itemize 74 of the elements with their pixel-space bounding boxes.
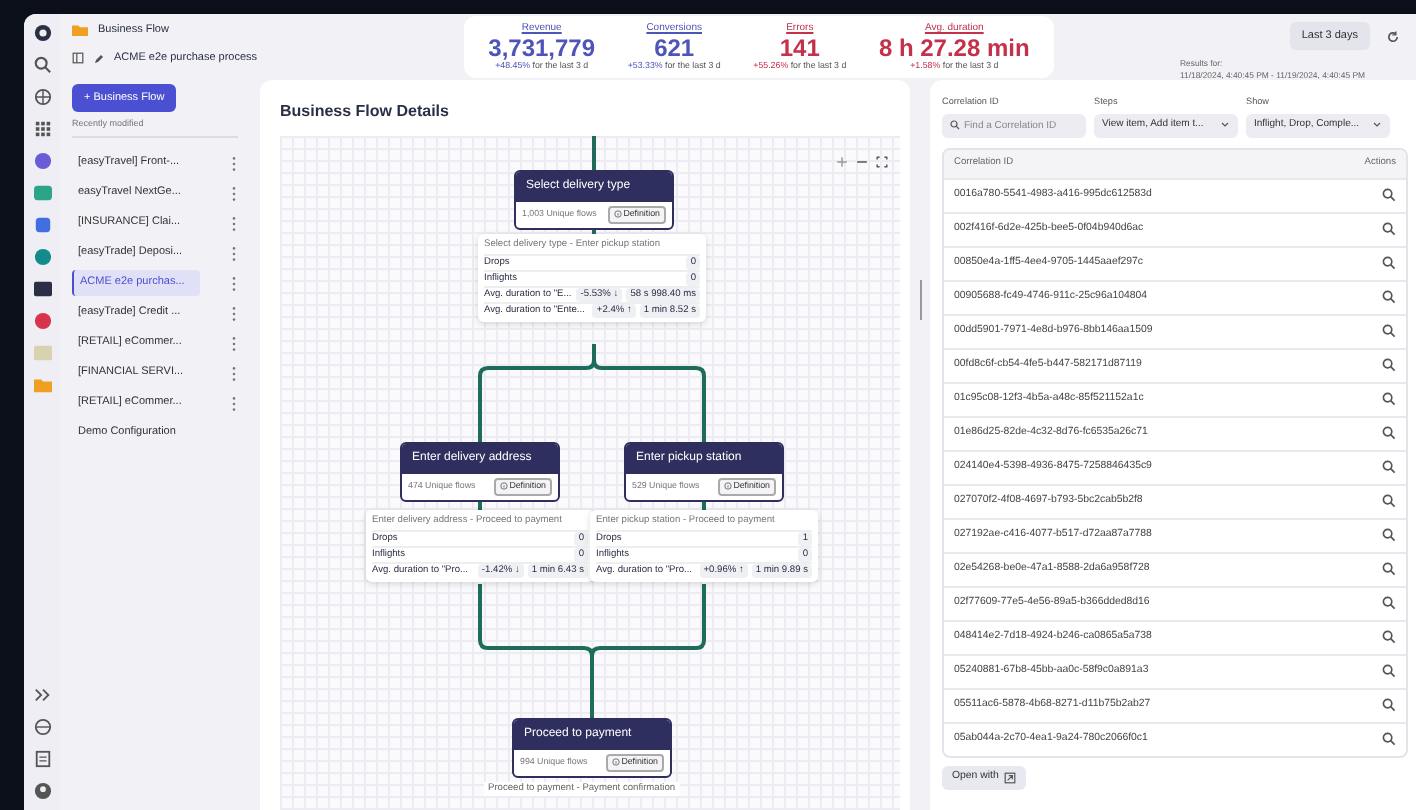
kebab-menu-icon[interactable] bbox=[230, 245, 238, 261]
kebab-menu-icon[interactable] bbox=[230, 305, 238, 321]
refresh-icon[interactable] bbox=[1386, 29, 1400, 44]
panel-icon[interactable] bbox=[72, 52, 84, 65]
globe-icon[interactable] bbox=[33, 88, 51, 106]
kpi-value: 141 bbox=[779, 35, 820, 60]
search-icon bbox=[1382, 630, 1396, 645]
fullscreen-icon[interactable] bbox=[876, 156, 888, 168]
search-button[interactable] bbox=[1382, 460, 1396, 475]
info-icon bbox=[723, 482, 732, 491]
info-icon bbox=[613, 210, 622, 219]
kebab-menu-icon[interactable] bbox=[230, 365, 238, 381]
search-button[interactable] bbox=[1382, 528, 1396, 543]
kebab-menu-icon[interactable] bbox=[230, 395, 238, 411]
search-button[interactable] bbox=[1382, 324, 1396, 339]
kpi-value: 8 h 27.28 min bbox=[878, 35, 1030, 60]
resize-handle[interactable] bbox=[919, 280, 921, 320]
search-icon bbox=[1382, 698, 1396, 713]
search-icon bbox=[1382, 494, 1396, 509]
search-button[interactable] bbox=[1382, 732, 1396, 747]
search-icon bbox=[1382, 596, 1396, 611]
search-icon bbox=[1382, 528, 1396, 543]
kebab-menu-icon[interactable] bbox=[230, 185, 238, 201]
kebab-menu-icon[interactable] bbox=[230, 335, 238, 351]
info-icon bbox=[611, 758, 620, 767]
search-icon bbox=[1382, 426, 1396, 441]
folder-icon bbox=[72, 23, 88, 37]
search-icon bbox=[1382, 188, 1396, 203]
kebab-menu-icon[interactable] bbox=[230, 155, 238, 171]
search-button[interactable] bbox=[1382, 494, 1396, 509]
search-icon bbox=[1382, 460, 1396, 475]
search-icon bbox=[1382, 358, 1396, 373]
pencil-icon[interactable] bbox=[94, 53, 104, 64]
connector-line bbox=[478, 344, 596, 442]
info-icon bbox=[499, 482, 508, 491]
panel-title: Business Flow Details bbox=[280, 100, 451, 124]
search-icon[interactable] bbox=[33, 56, 51, 74]
search-icon bbox=[950, 120, 960, 131]
caret-icon bbox=[1372, 120, 1382, 131]
search-icon bbox=[1382, 256, 1396, 271]
search-button[interactable] bbox=[1382, 698, 1396, 713]
search-button[interactable] bbox=[1382, 188, 1396, 203]
search-icon bbox=[1382, 290, 1396, 305]
zoom-out-icon[interactable] bbox=[856, 156, 868, 168]
caret-icon bbox=[1220, 120, 1230, 131]
search-button[interactable] bbox=[1382, 392, 1396, 407]
search-button[interactable] bbox=[1382, 222, 1396, 237]
logo-icon[interactable] bbox=[33, 24, 51, 42]
open-icon bbox=[1004, 771, 1017, 784]
search-icon bbox=[1382, 222, 1396, 237]
grid-icon[interactable] bbox=[33, 120, 51, 138]
kebab-menu-icon[interactable] bbox=[230, 215, 238, 231]
expand-icon[interactable] bbox=[33, 686, 51, 704]
user-icon[interactable] bbox=[33, 782, 51, 800]
globe-icon[interactable] bbox=[33, 718, 51, 736]
search-icon bbox=[1382, 732, 1396, 747]
kpi-value: 3,731,779 bbox=[488, 35, 596, 60]
search-button[interactable] bbox=[1382, 562, 1396, 577]
connector-line bbox=[592, 359, 706, 442]
search-button[interactable] bbox=[1382, 664, 1396, 679]
search-button[interactable] bbox=[1382, 426, 1396, 441]
search-icon bbox=[1382, 664, 1396, 679]
connector-line bbox=[592, 136, 596, 170]
search-icon bbox=[1382, 392, 1396, 407]
kpi-value: 621 bbox=[654, 35, 695, 60]
search-icon bbox=[1382, 324, 1396, 339]
document-icon[interactable] bbox=[33, 750, 51, 768]
search-button[interactable] bbox=[1382, 630, 1396, 645]
search-button[interactable] bbox=[1382, 358, 1396, 373]
search-button[interactable] bbox=[1382, 290, 1396, 305]
kebab-menu-icon[interactable] bbox=[230, 275, 238, 291]
search-button[interactable] bbox=[1382, 596, 1396, 611]
search-icon bbox=[1382, 562, 1396, 577]
search-button[interactable] bbox=[1382, 256, 1396, 271]
